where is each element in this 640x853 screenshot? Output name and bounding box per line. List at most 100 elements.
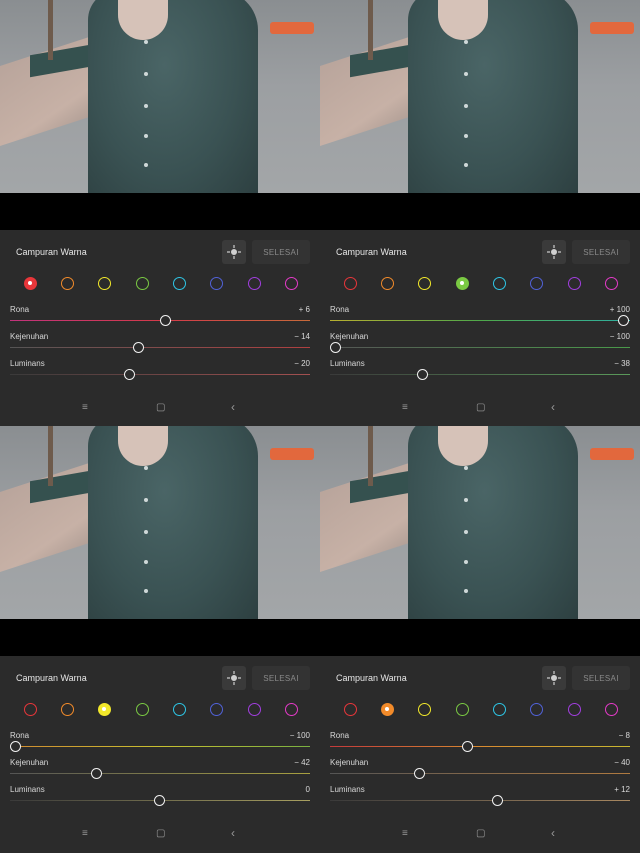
swatch-orange[interactable] bbox=[381, 703, 394, 716]
swatch-red[interactable] bbox=[344, 703, 357, 716]
slider-track[interactable] bbox=[10, 374, 310, 375]
home-icon[interactable]: ▢ bbox=[476, 828, 485, 839]
back-icon[interactable]: ‹ bbox=[231, 826, 235, 840]
back-icon[interactable]: ‹ bbox=[551, 400, 555, 414]
home-icon[interactable]: ▢ bbox=[476, 402, 485, 413]
slider-track[interactable] bbox=[10, 347, 310, 348]
swatch-magenta[interactable] bbox=[605, 277, 618, 290]
slider-knob[interactable] bbox=[133, 342, 144, 353]
slider-label: Kejenuhan bbox=[330, 332, 369, 341]
slider-knob[interactable] bbox=[417, 369, 428, 380]
slider-knob[interactable] bbox=[91, 768, 102, 779]
swatch-magenta[interactable] bbox=[285, 703, 298, 716]
menu-icon[interactable]: ≡ bbox=[82, 828, 88, 839]
swatch-orange[interactable] bbox=[381, 277, 394, 290]
shirt-button bbox=[464, 498, 468, 502]
tree-trunk bbox=[368, 426, 373, 486]
swatch-blue[interactable] bbox=[210, 277, 223, 290]
color-mix-panel: Campuran Warna SELESAI Rona + 6 Kejenuhan −… bbox=[0, 230, 320, 427]
slider-knob[interactable] bbox=[154, 795, 165, 806]
swatch-aqua[interactable] bbox=[173, 703, 186, 716]
slider-track[interactable] bbox=[10, 773, 310, 774]
system-nav-bar: ≡ ▢ ‹ bbox=[320, 826, 640, 844]
done-button[interactable]: SELESAI bbox=[572, 666, 630, 690]
target-adjust-icon[interactable] bbox=[542, 240, 566, 264]
swatch-red[interactable] bbox=[24, 277, 37, 290]
swatch-red[interactable] bbox=[24, 703, 37, 716]
target-adjust-icon[interactable] bbox=[222, 240, 246, 264]
back-icon[interactable]: ‹ bbox=[231, 400, 235, 414]
black-gap bbox=[0, 193, 320, 230]
panel-title: Campuran Warna bbox=[16, 673, 87, 683]
menu-icon[interactable]: ≡ bbox=[402, 402, 408, 413]
slider-knob[interactable] bbox=[124, 369, 135, 380]
target-adjust-icon[interactable] bbox=[542, 666, 566, 690]
swatch-green[interactable] bbox=[136, 277, 149, 290]
color-mix-panel: Campuran Warna SELESAI Rona − 100 Kejenuha… bbox=[0, 656, 320, 853]
color-swatches bbox=[0, 700, 320, 720]
editor-panel-3: Campuran Warna SELESAI Rona − 100 Kejenuha… bbox=[0, 426, 320, 853]
slider-knob[interactable] bbox=[462, 741, 473, 752]
shirt-button bbox=[464, 104, 468, 108]
slider-row-kejenuhan: Kejenuhan − 14 bbox=[10, 332, 310, 358]
slider-label: Kejenuhan bbox=[10, 758, 49, 767]
slider-knob[interactable] bbox=[160, 315, 171, 326]
slider-knob[interactable] bbox=[492, 795, 503, 806]
slider-track[interactable] bbox=[330, 746, 630, 747]
orange-curb bbox=[270, 448, 314, 460]
swatch-orange[interactable] bbox=[61, 703, 74, 716]
swatch-purple[interactable] bbox=[568, 277, 581, 290]
swatch-blue[interactable] bbox=[530, 703, 543, 716]
swatch-purple[interactable] bbox=[248, 703, 261, 716]
back-icon[interactable]: ‹ bbox=[551, 826, 555, 840]
slider-knob[interactable] bbox=[330, 342, 341, 353]
shirt-button bbox=[144, 134, 148, 138]
slider-track[interactable] bbox=[330, 374, 630, 375]
swatch-yellow[interactable] bbox=[418, 277, 431, 290]
shirt-button bbox=[144, 530, 148, 534]
slider-knob[interactable] bbox=[618, 315, 629, 326]
slider-track[interactable] bbox=[330, 347, 630, 348]
slider-knob[interactable] bbox=[10, 741, 21, 752]
swatch-green[interactable] bbox=[136, 703, 149, 716]
done-button[interactable]: SELESAI bbox=[252, 666, 310, 690]
swatch-yellow[interactable] bbox=[98, 703, 111, 716]
slider-track[interactable] bbox=[10, 746, 310, 747]
target-adjust-icon[interactable] bbox=[222, 666, 246, 690]
slider-value: − 20 bbox=[294, 359, 310, 368]
shirt-button bbox=[144, 40, 148, 44]
swatch-green[interactable] bbox=[456, 703, 469, 716]
slider-track[interactable] bbox=[330, 773, 630, 774]
swatch-orange[interactable] bbox=[61, 277, 74, 290]
menu-icon[interactable]: ≡ bbox=[402, 828, 408, 839]
done-button[interactable]: SELESAI bbox=[572, 240, 630, 264]
swatch-green[interactable] bbox=[456, 277, 469, 290]
swatch-aqua[interactable] bbox=[173, 277, 186, 290]
slider-track[interactable] bbox=[330, 800, 630, 801]
tree-trunk bbox=[48, 0, 53, 60]
slider-knob[interactable] bbox=[414, 768, 425, 779]
menu-icon[interactable]: ≡ bbox=[82, 402, 88, 413]
slider-value: − 42 bbox=[294, 758, 310, 767]
swatch-blue[interactable] bbox=[530, 277, 543, 290]
slider-track[interactable] bbox=[330, 320, 630, 321]
shirt-button bbox=[144, 72, 148, 76]
swatch-purple[interactable] bbox=[568, 703, 581, 716]
shirt-button bbox=[144, 560, 148, 564]
swatch-red[interactable] bbox=[344, 277, 357, 290]
home-icon[interactable]: ▢ bbox=[156, 402, 165, 413]
done-button[interactable]: SELESAI bbox=[252, 240, 310, 264]
swatch-magenta[interactable] bbox=[285, 277, 298, 290]
shirt-button bbox=[464, 163, 468, 167]
home-icon[interactable]: ▢ bbox=[156, 828, 165, 839]
panel-title: Campuran Warna bbox=[336, 247, 407, 257]
slider-value: − 40 bbox=[614, 758, 630, 767]
swatch-purple[interactable] bbox=[248, 277, 261, 290]
color-mix-panel: Campuran Warna SELESAI Rona + 100 Kejenuha… bbox=[320, 230, 640, 427]
swatch-yellow[interactable] bbox=[418, 703, 431, 716]
swatch-aqua[interactable] bbox=[493, 703, 506, 716]
swatch-blue[interactable] bbox=[210, 703, 223, 716]
swatch-aqua[interactable] bbox=[493, 277, 506, 290]
swatch-magenta[interactable] bbox=[605, 703, 618, 716]
swatch-yellow[interactable] bbox=[98, 277, 111, 290]
